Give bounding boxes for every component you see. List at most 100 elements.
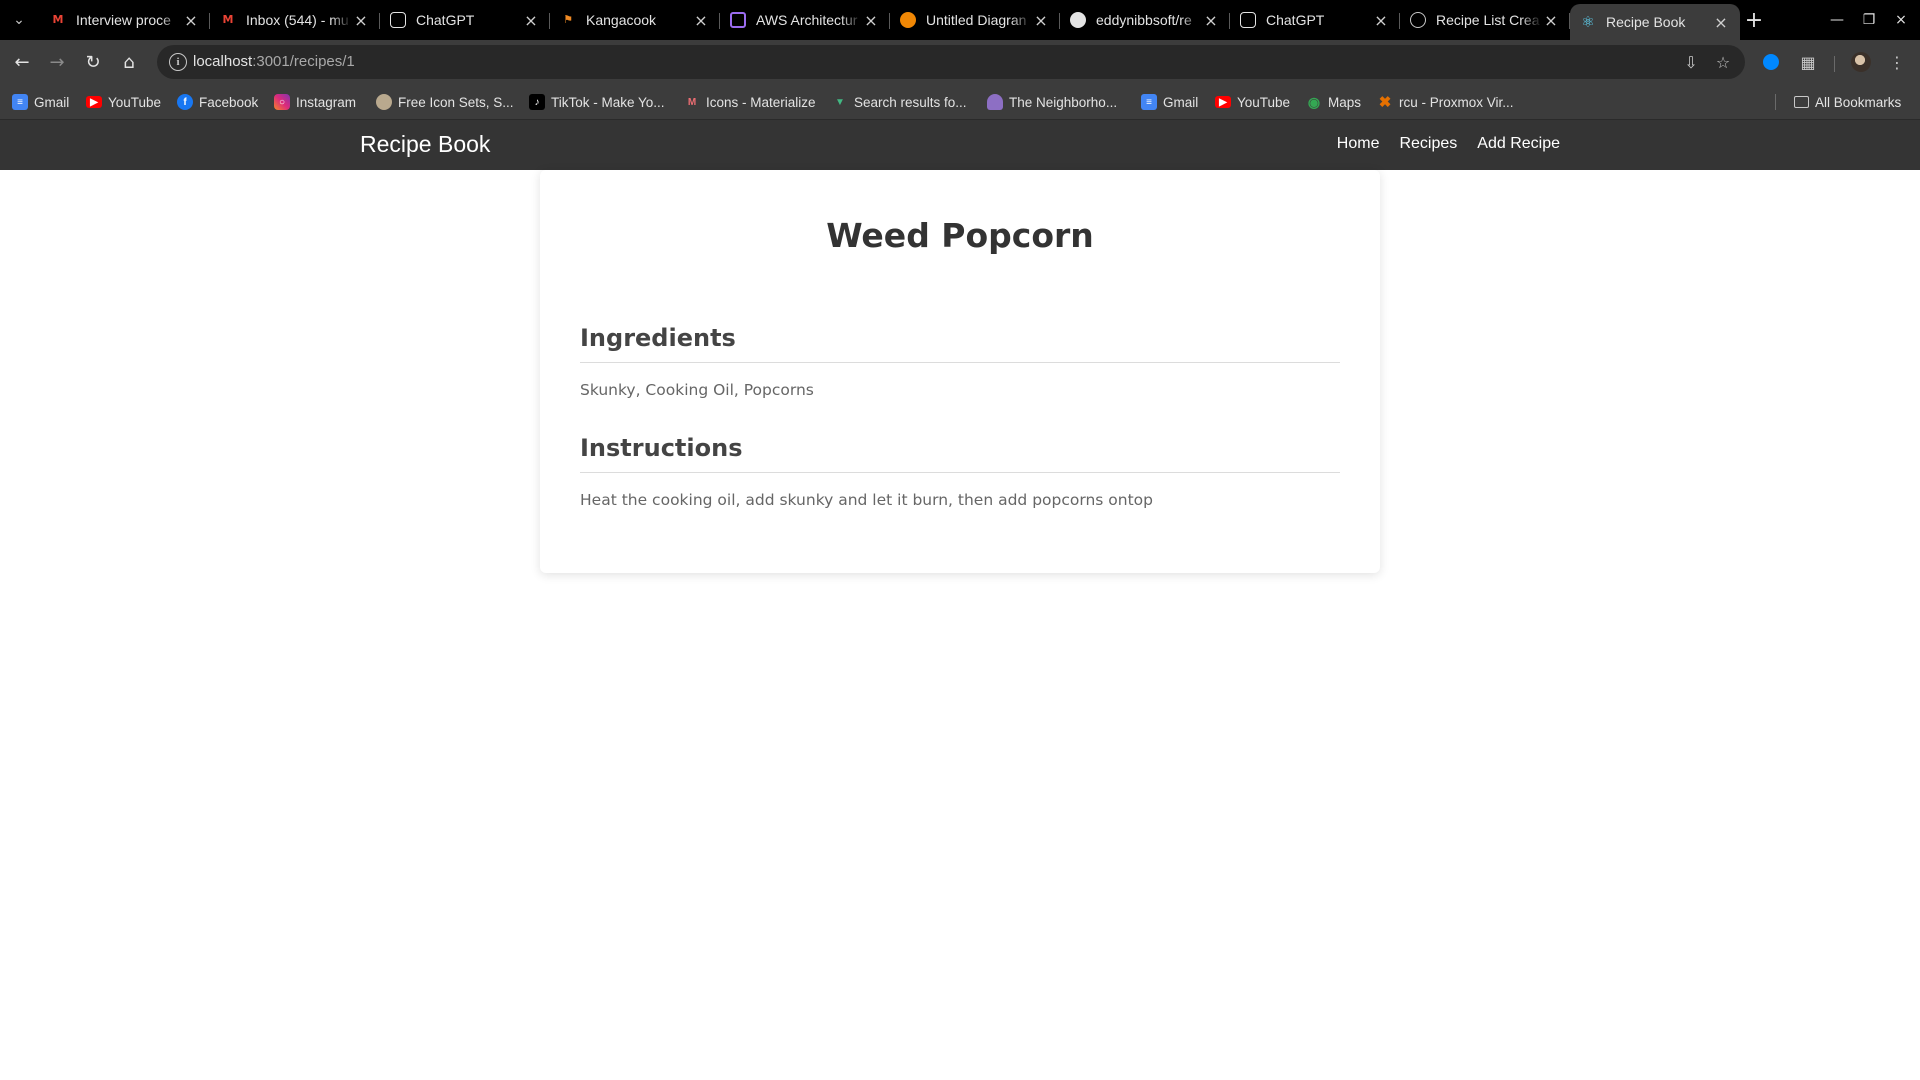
menu-kebab-icon[interactable]: ⋮ — [1885, 50, 1909, 74]
close-icon[interactable]: × — [692, 11, 710, 30]
tab-title: ChatGPT — [1266, 12, 1325, 28]
tab-interview[interactable]: M Interview proce × — [40, 4, 210, 36]
globe-icon — [1410, 12, 1426, 28]
tab-inbox[interactable]: M Inbox (544) - mu × — [210, 4, 380, 36]
close-icon[interactable]: × — [1202, 11, 1220, 30]
app-navbar: Recipe Book Home Recipes Add Recipe — [0, 120, 1920, 170]
bookmark-label: The Neighborho... — [1009, 94, 1118, 110]
github-icon — [1070, 12, 1086, 28]
ingredients-text: Skunky, Cooking Oil, Popcorns — [580, 381, 814, 399]
tab-title: ChatGPT — [416, 12, 475, 28]
bookmark-star-icon[interactable]: ☆ — [1713, 52, 1733, 72]
bookmark-youtube[interactable]: ▶ YouTube — [86, 92, 161, 112]
proxmox-icon: ✖ — [1378, 94, 1392, 111]
arrow-right-icon: → — [49, 51, 65, 73]
bookmark-label: Gmail — [34, 94, 70, 110]
tab-title: Inbox (544) - mu — [246, 12, 349, 28]
close-icon[interactable]: × — [1542, 11, 1560, 30]
home-button[interactable]: ⌂ — [115, 48, 143, 76]
ingredients-section: Ingredients Skunky, Cooking Oil, Popcorn… — [580, 324, 1340, 399]
site-info-icon[interactable]: i — [169, 53, 187, 71]
tab-github[interactable]: eddynibbsoft/re × — [1060, 4, 1230, 36]
recipe-title: Weed Popcorn — [826, 216, 1094, 255]
instructions-text: Heat the cooking oil, add skunky and let… — [580, 491, 1153, 509]
restore-button[interactable]: ❐ — [1854, 6, 1884, 34]
tab-title: Kangacook — [586, 12, 657, 28]
bookmark-label: rcu - Proxmox Vir... — [1399, 94, 1514, 110]
address-bar[interactable]: i localhost:3001/recipes/1 ⇩ ☆ — [157, 45, 1745, 79]
new-tab-button[interactable]: + — [1742, 7, 1766, 33]
home-icon: ⌂ — [123, 51, 135, 73]
close-window-button[interactable]: × — [1886, 6, 1916, 34]
vue-icon: ▼ — [835, 96, 845, 108]
nav-recipes-link[interactable]: Recipes — [1399, 135, 1457, 153]
folder-icon — [1794, 96, 1809, 108]
close-icon: × — [1895, 12, 1907, 28]
instructions-section: Instructions Heat the cooking oil, add s… — [580, 434, 1340, 509]
profile-avatar[interactable] — [1851, 52, 1871, 72]
maps-icon: ◉ — [1307, 93, 1321, 110]
close-icon[interactable]: × — [1712, 13, 1730, 32]
kangacook-icon: ⚑ — [563, 13, 573, 26]
bookmark-tiktok[interactable]: ♪ TikTok - Make Yo... — [529, 92, 665, 112]
gmail-icon: M — [52, 13, 64, 26]
tab-kangacook[interactable]: ⚑ Kangacook × — [550, 4, 720, 36]
bookmark-neighborhood[interactable]: The Neighborho... — [987, 92, 1117, 112]
youtube-icon: ▶ — [1215, 96, 1231, 108]
tiktok-icon: ♪ — [529, 94, 545, 110]
minimize-button[interactable]: — — [1822, 6, 1852, 34]
bookmark-search-results[interactable]: ▼ Search results fo... — [832, 92, 967, 112]
close-icon[interactable]: × — [352, 11, 370, 30]
bookmark-label: Search results fo... — [854, 94, 967, 110]
tab-chatgpt[interactable]: ChatGPT × — [380, 4, 550, 36]
tab-title: AWS Architectur — [756, 12, 858, 28]
extensions-puzzle-icon[interactable]: ▦ — [1796, 50, 1820, 74]
tab-title: Recipe List Crea — [1436, 12, 1540, 28]
google-docs-icon: ≡ — [12, 94, 28, 110]
tab-chatgpt-2[interactable]: ChatGPT × — [1230, 4, 1400, 36]
plus-icon: + — [1744, 7, 1764, 33]
tab-untitled-diagram[interactable]: Untitled Diagran × — [890, 4, 1060, 36]
bookmarks-bar: ≡ Gmail ▶ YouTube f Facebook ○ Instagram… — [0, 84, 1920, 120]
brand-link[interactable]: Recipe Book — [360, 131, 490, 158]
bookmark-instagram[interactable]: ○ Instagram — [274, 92, 356, 112]
close-icon[interactable]: × — [1032, 11, 1050, 30]
tab-aws-architecture[interactable]: AWS Architectur × — [720, 4, 890, 36]
bookmark-free-icon-sets[interactable]: Free Icon Sets, S... — [376, 92, 514, 112]
all-bookmarks-button[interactable]: All Bookmarks — [1794, 92, 1901, 112]
tab-recipe-list[interactable]: Recipe List Crea × — [1400, 4, 1570, 36]
close-icon[interactable]: × — [862, 11, 880, 30]
bookmark-youtube-2[interactable]: ▶ YouTube — [1215, 92, 1290, 112]
close-icon[interactable]: × — [522, 11, 540, 30]
facebook-icon: f — [177, 94, 193, 110]
bookmark-proxmox[interactable]: ✖ rcu - Proxmox Vir... — [1377, 92, 1514, 112]
materialize-icon: M — [687, 96, 697, 108]
reload-button[interactable]: ↻ — [79, 48, 107, 76]
install-app-icon[interactable]: ⇩ — [1681, 52, 1701, 72]
bookmark-facebook[interactable]: f Facebook — [177, 92, 258, 112]
bookmark-label: Facebook — [199, 94, 259, 110]
close-icon[interactable]: × — [182, 11, 200, 30]
url-text[interactable]: localhost:3001/recipes/1 — [193, 53, 355, 70]
ingredients-heading: Ingredients — [580, 324, 1340, 363]
bookmark-label: YouTube — [1237, 94, 1291, 110]
chatgpt-icon — [1240, 12, 1256, 28]
back-button[interactable]: ← — [8, 48, 36, 76]
nav-home-link[interactable]: Home — [1337, 135, 1380, 153]
bookmark-gmail-2[interactable]: ≡ Gmail — [1141, 92, 1198, 112]
youtube-icon: ▶ — [86, 96, 102, 108]
neighborhood-icon — [987, 94, 1003, 110]
all-bookmarks-label: All Bookmarks — [1815, 94, 1902, 110]
bookmark-icons-materialize[interactable]: M Icons - Materialize — [684, 92, 816, 112]
forward-button[interactable]: → — [43, 48, 71, 76]
close-icon[interactable]: × — [1372, 11, 1390, 30]
extension-shazam-icon[interactable] — [1759, 50, 1783, 74]
icon-sets-icon — [376, 94, 392, 110]
tab-recipe-book[interactable]: ⚛ Recipe Book × — [1570, 4, 1740, 40]
chatgpt-icon — [390, 12, 406, 28]
tab-search-button[interactable]: ⌄ — [4, 8, 34, 32]
nav-add-recipe-link[interactable]: Add Recipe — [1477, 135, 1560, 153]
bookmark-gmail[interactable]: ≡ Gmail — [12, 92, 69, 112]
drawio-icon — [900, 12, 916, 28]
bookmark-maps[interactable]: ◉ Maps — [1306, 92, 1361, 112]
